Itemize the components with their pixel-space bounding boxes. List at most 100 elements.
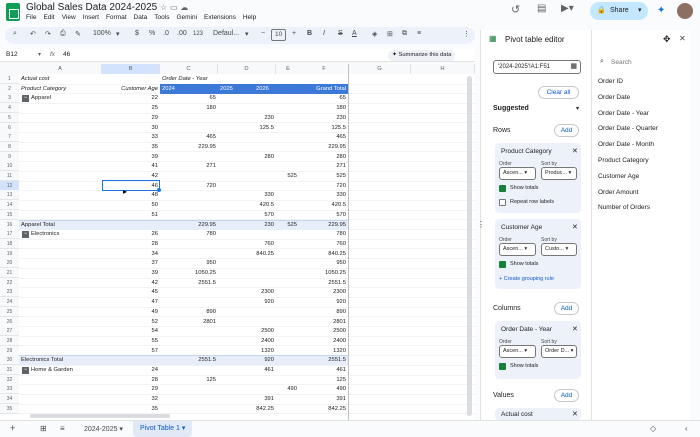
close-icon[interactable]: ✕: [679, 34, 686, 43]
cell-f[interactable]: 391: [300, 394, 348, 404]
print-icon[interactable]: ⎙: [60, 30, 66, 38]
strikethrough-button[interactable]: S: [338, 30, 343, 37]
row-header[interactable]: 32: [0, 374, 19, 385]
row-header[interactable]: 5: [0, 112, 19, 123]
data-range-input[interactable]: '2024-2025'!A1:F51 ▦: [493, 60, 581, 74]
vertical-scrollbar[interactable]: [467, 76, 472, 416]
cell-c[interactable]: 125: [160, 375, 218, 385]
row-header[interactable]: 8: [0, 141, 19, 152]
history-icon[interactable]: ↺: [511, 3, 520, 16]
row-header[interactable]: 21: [0, 268, 19, 278]
cell-b[interactable]: 39: [102, 152, 160, 162]
fill-color-icon[interactable]: ◈: [372, 30, 377, 38]
row-header[interactable]: 33: [0, 384, 19, 395]
pivot-row-field-label[interactable]: Product Category: [21, 84, 101, 94]
drag-handle-icon[interactable]: ✥: [663, 34, 671, 45]
cell-c[interactable]: 229.95: [160, 142, 218, 152]
cell-b[interactable]: 28: [102, 375, 160, 385]
select-all-corner[interactable]: [0, 64, 19, 74]
percent-button[interactable]: %: [149, 30, 155, 37]
row-header[interactable]: 10: [0, 161, 19, 172]
cell-f[interactable]: 890: [300, 307, 348, 317]
row-header[interactable]: 20: [0, 258, 19, 269]
name-box[interactable]: B12: [6, 51, 18, 58]
cell-b[interactable]: 54: [102, 326, 160, 336]
cell-b[interactable]: 42: [102, 278, 160, 288]
cell-b[interactable]: 22: [102, 93, 160, 103]
cell-f[interactable]: 840.25: [300, 249, 348, 259]
menu-item[interactable]: Help: [243, 14, 256, 21]
cell-c[interactable]: 950: [160, 258, 218, 268]
cell-f[interactable]: 229.95: [300, 220, 348, 230]
sheets-logo-icon[interactable]: [6, 3, 20, 21]
paint-format-icon[interactable]: ✎: [75, 30, 81, 38]
pivot-row-field-label[interactable]: Customer Age: [102, 84, 160, 94]
pivot-value-label[interactable]: Actual cost: [21, 74, 101, 84]
cell-e[interactable]: [256, 346, 299, 356]
field-item[interactable]: Order ID: [598, 78, 623, 85]
cell-b[interactable]: 45: [102, 287, 160, 297]
gemini-icon[interactable]: ✦: [657, 5, 665, 16]
cell-c[interactable]: [160, 113, 218, 123]
collapse-icon[interactable]: −: [22, 366, 29, 374]
create-grouping-link[interactable]: + Create grouping rule: [499, 276, 554, 282]
cell-e[interactable]: [256, 287, 299, 297]
cell-b[interactable]: [102, 220, 160, 230]
pivot-column-field-label[interactable]: Order Date - Year: [162, 74, 262, 84]
row-header[interactable]: 3: [0, 93, 19, 104]
cell-b[interactable]: 32: [102, 394, 160, 404]
row-header[interactable]: 18: [0, 238, 19, 249]
font-select[interactable]: Defaul...: [213, 30, 239, 37]
cell-f[interactable]: 420.5: [300, 200, 348, 210]
row-header[interactable]: 24: [0, 297, 19, 308]
collapse-icon[interactable]: −: [22, 94, 29, 102]
column-header-g[interactable]: G: [349, 64, 411, 74]
cell-f[interactable]: 525: [300, 171, 348, 181]
cell-e[interactable]: 490: [256, 384, 299, 394]
cell-e[interactable]: [256, 394, 299, 404]
cell-f[interactable]: 330: [300, 190, 348, 200]
cell-b[interactable]: 33: [102, 132, 160, 142]
menu-item[interactable]: Insert: [83, 14, 99, 21]
bold-button[interactable]: B: [307, 30, 312, 37]
cell-b[interactable]: 52: [102, 317, 160, 327]
row-header[interactable]: 4: [0, 103, 19, 114]
cell-e[interactable]: [256, 142, 299, 152]
cell-f[interactable]: 2801: [300, 317, 348, 327]
row-header[interactable]: 9: [0, 151, 19, 162]
explore-icon[interactable]: ◇: [650, 424, 656, 433]
cell-f[interactable]: 2400: [300, 336, 348, 346]
cell-b[interactable]: 55: [102, 336, 160, 346]
row-header[interactable]: 17: [0, 229, 19, 240]
cell-b[interactable]: 26: [102, 229, 160, 239]
sort-by-select[interactable]: Order D... ▾: [541, 345, 577, 358]
row-header[interactable]: 22: [0, 277, 19, 288]
cell-e[interactable]: [256, 297, 299, 307]
borders-icon[interactable]: ⊞: [387, 30, 393, 38]
cell-e[interactable]: [256, 113, 299, 123]
cell-c[interactable]: 720: [160, 181, 218, 191]
tab-pivot-table-1[interactable]: Pivot Table 1 ▾: [133, 421, 193, 437]
row-header[interactable]: 1: [0, 74, 19, 84]
zoom-select[interactable]: 100%: [93, 30, 111, 37]
cell-f[interactable]: 230: [300, 113, 348, 123]
category-label[interactable]: Electronics: [21, 229, 101, 239]
cell-e[interactable]: [256, 210, 299, 220]
cell-f[interactable]: 720: [300, 181, 348, 191]
all-sheets-icon[interactable]: ⊞: [40, 424, 47, 433]
cell-f[interactable]: 229.95: [300, 142, 348, 152]
cell-c[interactable]: [160, 336, 218, 346]
row-header[interactable]: 16: [0, 219, 19, 230]
cell-b[interactable]: [102, 355, 160, 365]
cell-b[interactable]: 49: [102, 307, 160, 317]
cell-e[interactable]: [256, 375, 299, 385]
share-button[interactable]: 🔒 Share ▾: [590, 2, 648, 20]
cell-c[interactable]: 2551.5: [160, 355, 218, 365]
row-header[interactable]: 28: [0, 335, 19, 346]
row-header[interactable]: 19: [0, 248, 19, 259]
menu-item[interactable]: Format: [106, 14, 127, 21]
cell-e[interactable]: [256, 355, 299, 365]
increase-font-icon[interactable]: +: [292, 30, 296, 37]
pivot-grand-total-header[interactable]: Grand Total: [300, 83, 348, 94]
cell-f[interactable]: 461: [300, 365, 348, 375]
